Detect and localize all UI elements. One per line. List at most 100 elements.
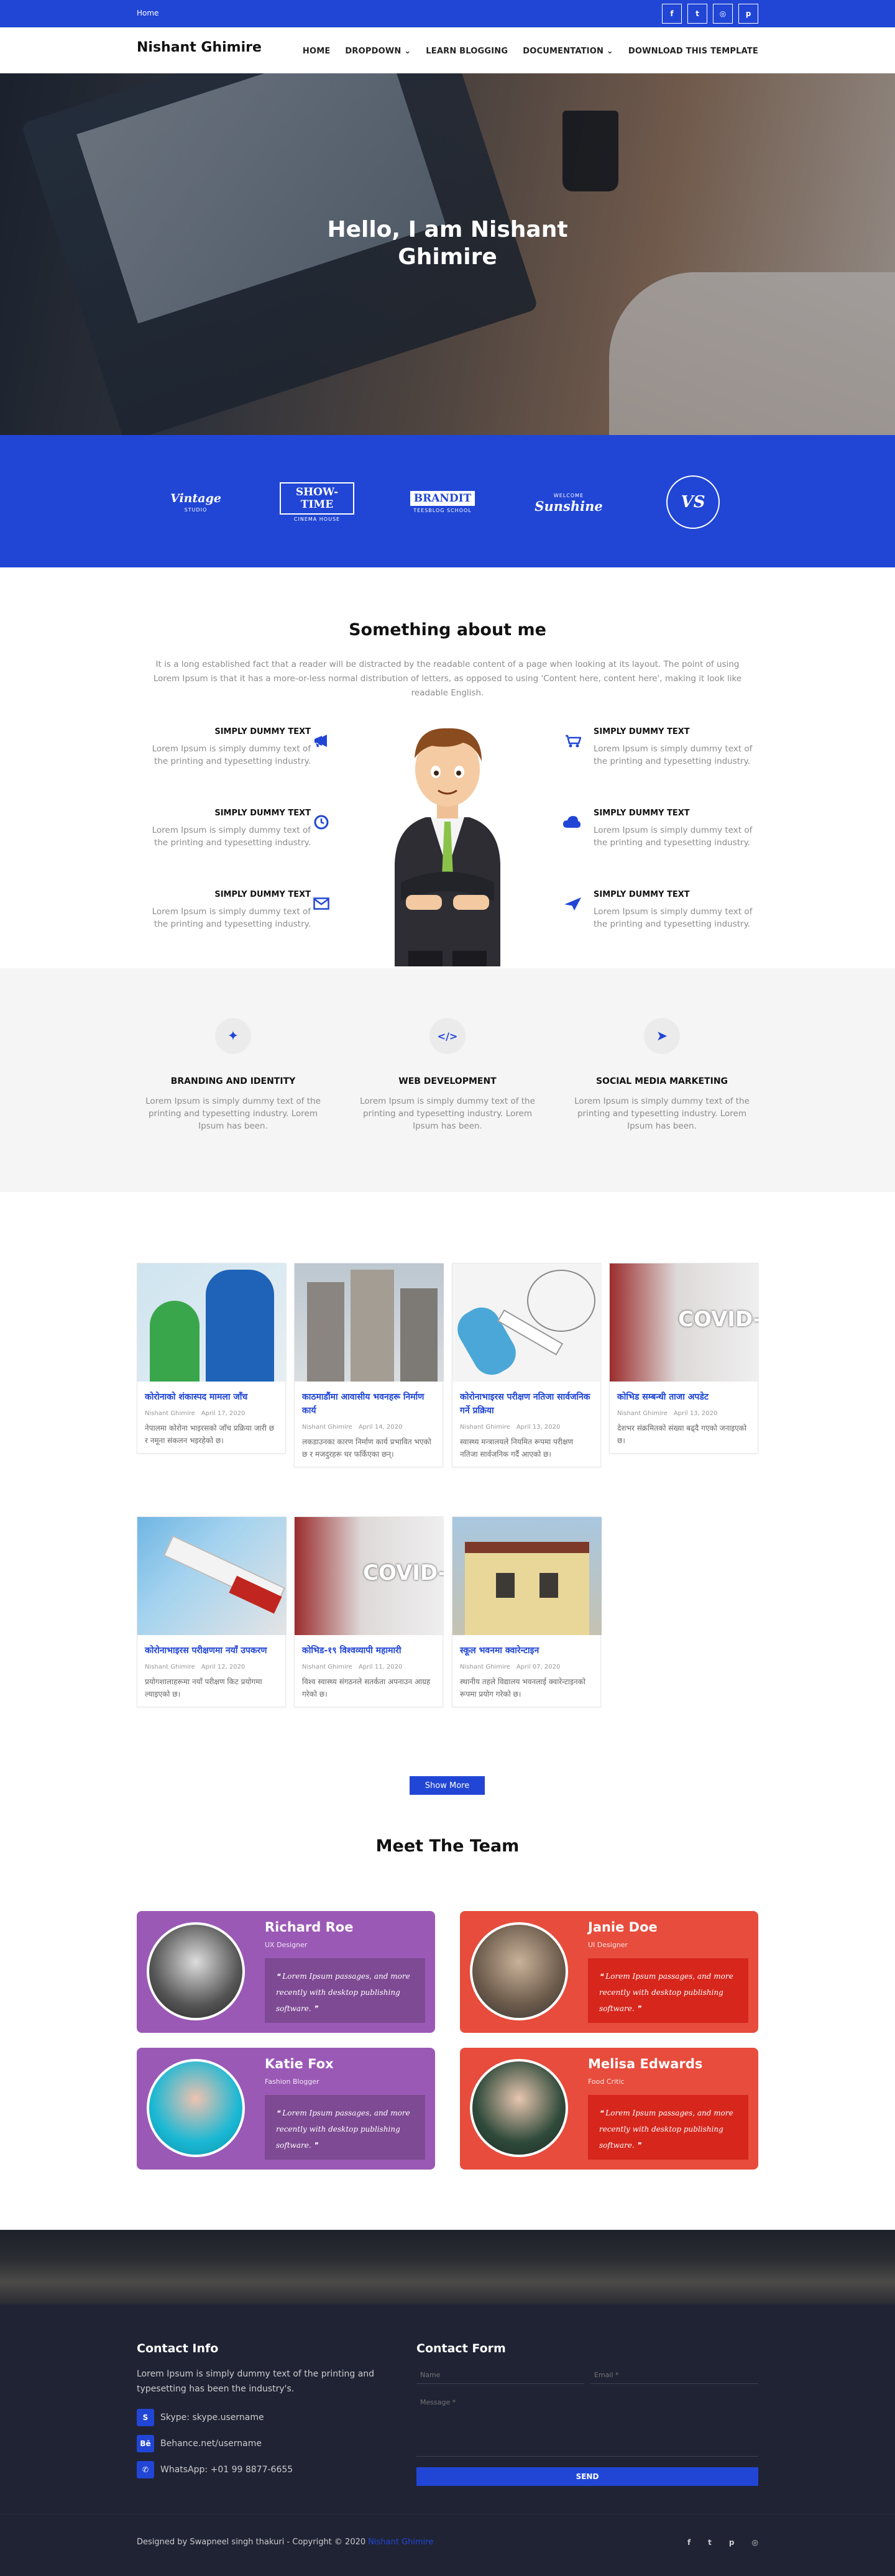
vs-logo-text: VS: [681, 493, 705, 511]
hero-heading-line1: Hello, I am Nishant: [327, 217, 568, 242]
team-member-name: Richard Roe: [265, 1920, 354, 1935]
feature-left-1: SIMPLY DUMMY TEXT Lorem Ipsum is simply …: [143, 727, 311, 768]
envelope-icon: [312, 894, 331, 913]
feature-right-3: SIMPLY DUMMY TEXT Lorem Ipsum is simply …: [594, 890, 761, 930]
paper-plane-icon: ➤: [644, 1018, 680, 1054]
hero-heading: Hello, I am Nishant Ghimire: [0, 216, 895, 271]
top-bar: Home f t ◎ p: [0, 0, 895, 27]
copyright-link[interactable]: Nishant Ghimire: [368, 2537, 433, 2547]
team-member-quote: ❝ Lorem Ipsum passages, and more recentl…: [265, 2095, 425, 2160]
contact-whatsapp[interactable]: ✆ WhatsApp: +01 99 8877-6655: [137, 2461, 293, 2478]
avatar: [147, 2059, 245, 2157]
blog-card[interactable]: कोरोनाको शंकास्पद मामला जाँच Nishant Ghi…: [137, 1263, 287, 1454]
blog-card[interactable]: स्कूल भवनमा क्वारेन्टाइन Nishant Ghimire…: [452, 1516, 602, 1707]
contact-skype[interactable]: S Skype: skype.username: [137, 2409, 264, 2426]
nav-dropdown[interactable]: DROPDOWN ⌄: [345, 47, 411, 56]
whatsapp-text: WhatsApp: +01 99 8877-6655: [160, 2465, 293, 2475]
contact-behance[interactable]: Bē Behance.net/username: [137, 2435, 262, 2452]
blog-card-title[interactable]: कोभिड-१९ विश्वव्यापी महामारी: [302, 1644, 435, 1657]
team-member-role: Food Critic: [588, 2078, 625, 2086]
blog-card-excerpt: देशभर संक्रमितको संख्या बढ्दै गएको जनाइए…: [617, 1424, 747, 1445]
email-input[interactable]: [590, 2367, 758, 2384]
blog-card-title[interactable]: कोरोनाभाइरस परीक्षणमा नयाँ उपकरण: [145, 1644, 278, 1657]
copyright: Designed by Swapneel singh thakuri - Cop…: [137, 2537, 433, 2547]
pinterest-icon[interactable]: p: [729, 2538, 735, 2547]
showtime-logo: SHOW-TIME CINEMA HOUSE: [280, 471, 354, 533]
team-member-role: Fashion Blogger: [265, 2078, 319, 2086]
show-more-button[interactable]: Show More: [410, 1776, 485, 1795]
blog-card-title[interactable]: कोरोनाभाइरस परीक्षण नतिजा सार्वजनिक गर्न…: [460, 1390, 593, 1418]
team-member-quote: ❝ Lorem Ipsum passages, and more recentl…: [588, 1958, 748, 2023]
blog-card-title[interactable]: कोरोनाको शंकास्पद मामला जाँच: [145, 1390, 278, 1404]
plane-icon: [564, 894, 582, 913]
send-button[interactable]: SEND: [416, 2467, 758, 2486]
blog-card-excerpt: स्वास्थ्य मन्त्रालयले नियमित रूपमा परीक्…: [460, 1437, 574, 1459]
blog-card-image: COVID-: [295, 1517, 444, 1635]
facebook-icon[interactable]: f: [687, 2538, 691, 2547]
showtime-logo-sub: CINEMA HOUSE: [293, 516, 341, 522]
twitter-icon[interactable]: t: [687, 4, 707, 24]
facebook-icon[interactable]: f: [662, 4, 682, 24]
author: Nishant Ghimire: [460, 1424, 510, 1431]
blog-card-title[interactable]: कोभिड सम्बन्धी ताजा अपडेट: [617, 1390, 750, 1404]
service-branding: ✦ BRANDING AND IDENTITY Lorem Ipsum is s…: [137, 1018, 329, 1132]
feature-title: SIMPLY DUMMY TEXT: [214, 890, 311, 899]
nav-download-template[interactable]: DOWNLOAD THIS TEMPLATE: [628, 47, 758, 56]
date: April 13, 2020: [673, 1410, 718, 1417]
blog-card-image: [137, 1517, 287, 1635]
author: Nishant Ghimire: [302, 1424, 352, 1431]
nav-learn-blogging[interactable]: LEARN BLOGGING: [426, 47, 508, 56]
top-home-link[interactable]: Home: [137, 9, 158, 17]
site-brand[interactable]: Nishant Ghimire: [137, 40, 262, 55]
feature-title: SIMPLY DUMMY TEXT: [214, 727, 311, 736]
top-social-links: f t ◎ p: [662, 4, 758, 24]
team-card: Katie Fox Fashion Blogger ❝ Lorem Ipsum …: [137, 2048, 435, 2170]
brandit-logo-text: BRANDIT: [410, 491, 475, 506]
brandit-logo-sub: TEESBLOG SCHOOL: [413, 508, 472, 513]
feature-right-2: SIMPLY DUMMY TEXT Lorem Ipsum is simply …: [594, 809, 761, 849]
blog-card-title[interactable]: काठमाडौंमा आवासीय भवनहरू निर्माण कार्य: [302, 1390, 435, 1418]
footer-banner-image: [0, 2230, 895, 2304]
blog-card[interactable]: कोरोनाभाइरस परीक्षणमा नयाँ उपकरण Nishant…: [137, 1516, 287, 1707]
team-member-name: Katie Fox: [265, 2056, 334, 2071]
feature-text: Lorem Ipsum is simply dummy text of the …: [152, 825, 311, 848]
brandit-logo: BRANDIT TEESBLOG SCHOOL: [405, 471, 480, 533]
cloud-icon: [562, 813, 581, 832]
blog-card-excerpt: नेपालमा कोरोना भाइरसको जाँच प्रक्रिया जा…: [145, 1424, 275, 1445]
blog-card[interactable]: कोरोनाभाइरस परीक्षण नतिजा सार्वजनिक गर्न…: [452, 1263, 602, 1467]
feature-title: SIMPLY DUMMY TEXT: [214, 809, 311, 818]
feature-title: SIMPLY DUMMY TEXT: [594, 727, 690, 736]
blog-card-title[interactable]: स्कूल भवनमा क्वारेन्टाइन: [460, 1644, 593, 1657]
avatar: [147, 1922, 245, 2020]
message-textarea[interactable]: [416, 2395, 758, 2457]
blog-card[interactable]: काठमाडौंमा आवासीय भवनहरू निर्माण कार्य N…: [294, 1263, 444, 1467]
behance-text: Behance.net/username: [160, 2439, 262, 2449]
team-card: Melisa Edwards Food Critic ❝ Lorem Ipsum…: [460, 2048, 758, 2170]
author: Nishant Ghimire: [145, 1410, 195, 1417]
instagram-icon[interactable]: ◎: [713, 4, 733, 24]
service-title: SOCIAL MEDIA MARKETING: [595, 1076, 728, 1086]
feature-text: Lorem Ipsum is simply dummy text of the …: [594, 744, 753, 766]
twitter-icon[interactable]: t: [708, 2538, 712, 2547]
blog-card[interactable]: COVID- कोभिड सम्बन्धी ताजा अपडेट Nishant…: [609, 1263, 759, 1454]
hero-banner: Hello, I am Nishant Ghimire: [0, 73, 895, 435]
services-section: ✦ BRANDING AND IDENTITY Lorem Ipsum is s…: [0, 968, 895, 1192]
team-member-name: Melisa Edwards: [588, 2056, 703, 2071]
feature-left-3: SIMPLY DUMMY TEXT Lorem Ipsum is simply …: [143, 890, 311, 930]
feature-text: Lorem Ipsum is simply dummy text of the …: [594, 825, 753, 848]
blog-card-meta: Nishant Ghimire April 11, 2020: [302, 1664, 435, 1671]
name-input[interactable]: [416, 2367, 584, 2384]
blog-card-image: [452, 1517, 602, 1635]
skype-icon: S: [137, 2409, 154, 2426]
pinterest-icon[interactable]: p: [738, 4, 758, 24]
date: April 11, 2020: [358, 1664, 403, 1671]
service-title: WEB DEVELOPMENT: [398, 1076, 497, 1086]
contact-info-text: Lorem Ipsum is simply dummy text of the …: [137, 2369, 375, 2394]
blog-card[interactable]: COVID- कोभिड-१९ विश्वव्यापी महामारी Nish…: [294, 1516, 444, 1707]
instagram-icon[interactable]: ◎: [752, 2538, 758, 2547]
team-card: Janie Doe UI Designer ❝ Lorem Ipsum pass…: [460, 1911, 758, 2033]
date: April 07, 2020: [516, 1664, 561, 1671]
nav-home[interactable]: HOME: [303, 47, 331, 56]
nav-documentation[interactable]: DOCUMENTATION ⌄: [523, 47, 613, 56]
skype-text: Skype: skype.username: [160, 2413, 264, 2422]
